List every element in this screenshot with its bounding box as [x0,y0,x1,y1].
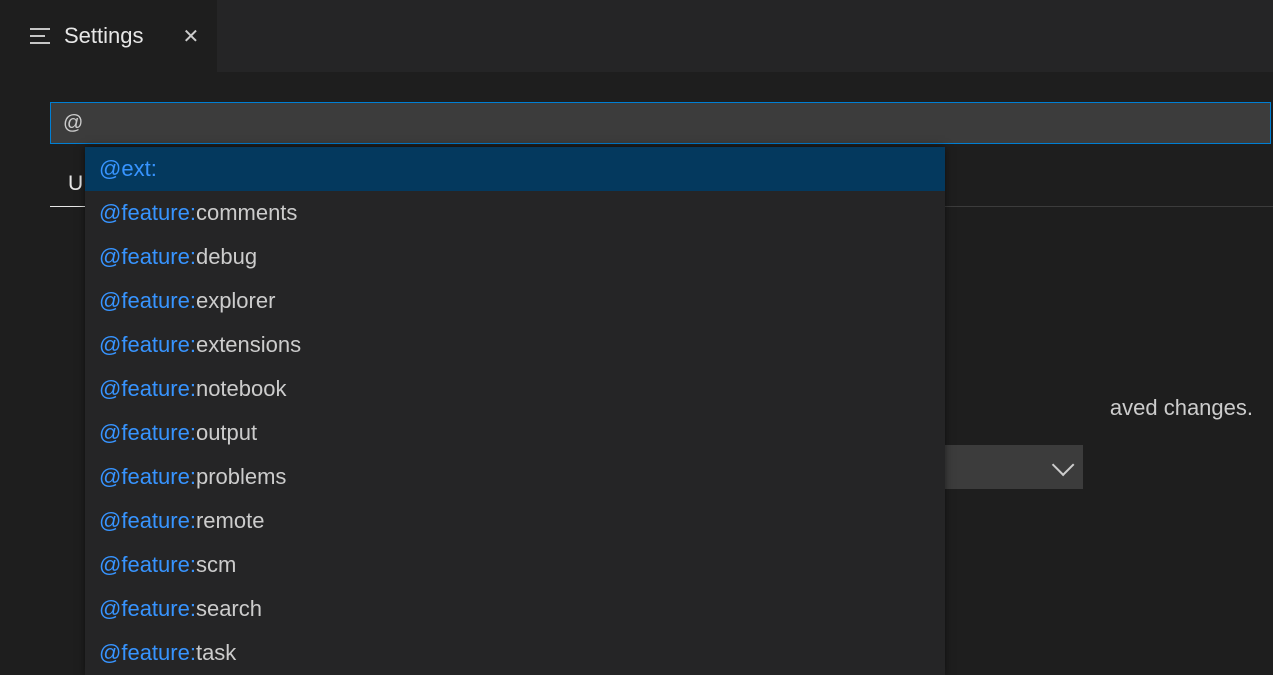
setting-description-partial: aved changes. [1110,395,1253,421]
suggestion-at: @ [99,503,121,539]
suggestion-prefix: feature: [121,635,196,671]
suggestion-item[interactable]: @feature:output [85,411,945,455]
suggestion-value: explorer [196,283,275,319]
suggestion-value: notebook [196,371,287,407]
suggestion-prefix: feature: [121,547,196,583]
suggestion-item[interactable]: @feature:search [85,587,945,631]
suggestion-value: comments [196,195,297,231]
suggestion-at: @ [99,415,121,451]
tab-settings[interactable]: Settings ✕ [30,0,217,72]
suggestion-item[interactable]: @feature:comments [85,191,945,235]
suggestion-at: @ [99,547,121,583]
suggestion-value: task [196,635,236,671]
suggestion-at: @ [99,327,121,363]
suggestion-item[interactable]: @feature:remote [85,499,945,543]
suggestion-prefix: feature: [121,239,196,275]
close-icon[interactable]: ✕ [183,24,200,49]
suggestion-prefix: feature: [121,195,196,231]
suggestion-prefix: feature: [121,459,196,495]
suggestion-item[interactable]: @feature:explorer [85,279,945,323]
suggestion-at: @ [99,283,121,319]
suggestion-value: scm [196,547,236,583]
suggestion-at: @ [99,635,121,671]
suggestion-at: @ [99,591,121,627]
suggestion-item[interactable]: @feature:task [85,631,945,675]
search-suggestions: @ext:@feature:comments@feature:debug@fea… [85,147,945,675]
suggestion-item[interactable]: @feature:notebook [85,367,945,411]
setting-dropdown[interactable] [935,445,1083,489]
suggestion-prefix: ext: [121,151,156,187]
search-container [50,102,1271,144]
suggestion-value: problems [196,459,286,495]
settings-search-input[interactable] [50,102,1271,144]
suggestion-prefix: feature: [121,371,196,407]
suggestion-prefix: feature: [121,503,196,539]
suggestion-item[interactable]: @feature:scm [85,543,945,587]
suggestion-item[interactable]: @ext: [85,147,945,191]
suggestion-prefix: feature: [121,327,196,363]
suggestion-at: @ [99,239,121,275]
suggestion-item[interactable]: @feature:extensions [85,323,945,367]
suggestion-prefix: feature: [121,415,196,451]
suggestion-value: remote [196,503,264,539]
suggestion-item[interactable]: @feature:problems [85,455,945,499]
suggestion-value: output [196,415,257,451]
suggestion-value: extensions [196,327,301,363]
tab-bar-empty [217,0,1273,72]
suggestion-at: @ [99,371,121,407]
suggestion-at: @ [99,151,121,187]
chevron-down-icon [1052,454,1075,477]
suggestion-at: @ [99,459,121,495]
suggestion-item[interactable]: @feature:debug [85,235,945,279]
settings-list-icon [30,28,50,44]
tab-bar: Settings ✕ [0,0,1273,72]
suggestion-value: search [196,591,262,627]
tab-title: Settings [64,23,144,49]
suggestion-value: debug [196,239,257,275]
suggestion-prefix: feature: [121,591,196,627]
suggestion-at: @ [99,195,121,231]
suggestion-prefix: feature: [121,283,196,319]
